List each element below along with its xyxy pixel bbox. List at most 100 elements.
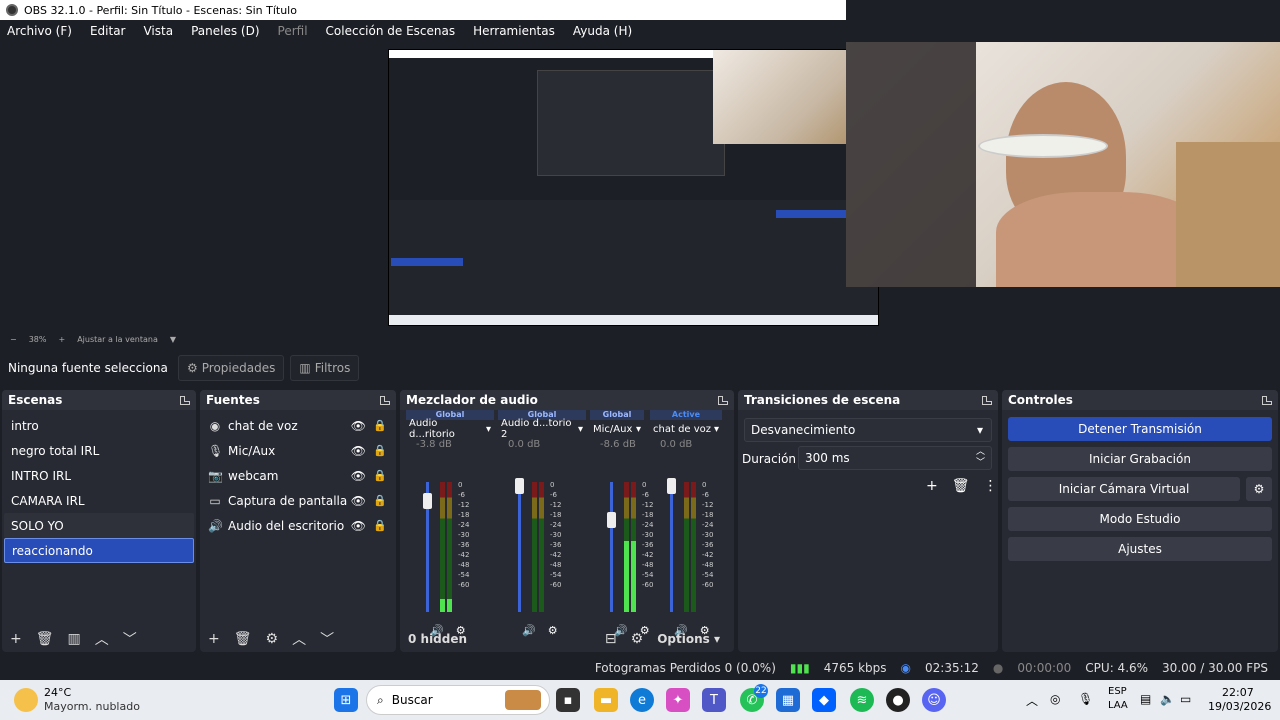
scene-item[interactable]: negro total IRL [4, 438, 194, 463]
scene-item[interactable]: SOLO YO [4, 513, 194, 538]
eye-icon[interactable]: 👁 [351, 469, 366, 483]
menu-editar[interactable]: Editar [90, 24, 126, 38]
trash-icon[interactable]: 🗑 [234, 631, 252, 647]
preview-area[interactable] [0, 42, 1280, 332]
clock-date[interactable]: 19/03/2026 [1208, 700, 1271, 713]
battery-icon[interactable]: ▭ [1180, 692, 1191, 706]
eye-icon[interactable]: 👁 [351, 419, 366, 433]
add-icon[interactable]: + [10, 631, 22, 647]
scene-item[interactable]: INTRO IRL [4, 463, 194, 488]
chevron-down-icon[interactable]: ﹀ [123, 629, 137, 649]
volume-slider-track[interactable] [518, 482, 521, 612]
volume-slider-track[interactable] [670, 482, 673, 612]
stop-streaming-button[interactable]: Detener Transmisión [1008, 417, 1272, 441]
add-icon[interactable]: + [208, 631, 220, 647]
file-explorer-icon[interactable]: ▬ [594, 688, 618, 712]
dropbox-icon[interactable]: ◆ [812, 688, 836, 712]
options-button[interactable]: Options ▾ [657, 632, 720, 646]
start-recording-button[interactable]: Iniciar Grabación [1008, 447, 1272, 471]
chevron-down-icon[interactable]: ﹀ [320, 629, 334, 649]
copilot-icon[interactable]: ✦ [666, 688, 690, 712]
volume-slider-track[interactable] [610, 482, 613, 612]
store-icon[interactable]: ▦ [776, 688, 800, 712]
source-item[interactable]: 📷 webcam 👁 🔒 [200, 463, 396, 488]
scene-item[interactable]: intro [4, 413, 194, 438]
source-item[interactable]: 🎙 Mic/Aux 👁 🔒 [200, 438, 396, 463]
network-icon[interactable]: ▤ [1140, 692, 1151, 706]
virtual-camera-settings-icon[interactable]: ⚙ [1246, 477, 1272, 501]
menu-vista[interactable]: Vista [143, 24, 173, 38]
volume-icon[interactable]: 🔈 [1160, 692, 1175, 706]
clock-time[interactable]: 22:07 [1222, 686, 1254, 699]
undock-icon[interactable] [180, 395, 190, 405]
studio-mode-button[interactable]: Modo Estudio [1008, 507, 1272, 531]
weather-icon[interactable] [14, 688, 38, 712]
eye-icon[interactable]: 👁 [351, 444, 366, 458]
trash-icon[interactable]: 🗑 [952, 478, 970, 494]
discord-icon[interactable]: ☺ [922, 688, 946, 712]
channel-name-dropdown[interactable]: Audio d...torio 2 ▾ [498, 418, 586, 440]
add-icon[interactable]: + [926, 478, 938, 494]
volume-slider-handle[interactable] [423, 493, 432, 510]
undock-icon[interactable] [982, 395, 992, 405]
lock-icon[interactable]: 🔒 [373, 519, 387, 532]
transition-select[interactable]: Desvanecimiento ▾ [744, 418, 992, 442]
start-virtual-camera-button[interactable]: Iniciar Cámara Virtual [1008, 477, 1240, 501]
zoom-in-button[interactable]: + [58, 335, 65, 344]
undock-icon[interactable] [380, 395, 390, 405]
preview-canvas[interactable] [388, 49, 879, 326]
settings-icon[interactable]: ⚙ [631, 631, 644, 647]
volume-slider-handle[interactable] [515, 478, 524, 494]
language-code[interactable]: ESP [1108, 686, 1127, 697]
menu-coleccion[interactable]: Colección de Escenas [326, 24, 456, 38]
eye-icon[interactable]: 👁 [351, 519, 366, 533]
menu-herramientas[interactable]: Herramientas [473, 24, 555, 38]
scene-item-selected[interactable]: reaccionando [4, 538, 194, 563]
more-icon[interactable]: ⋮ [984, 478, 998, 494]
teams-icon[interactable]: T [702, 688, 726, 712]
lock-icon[interactable]: 🔒 [373, 419, 387, 432]
properties-button[interactable]: ⚙ Propiedades [178, 355, 285, 381]
volume-slider-handle[interactable] [667, 478, 676, 494]
filter-icon[interactable]: ▥ [68, 631, 81, 647]
zoom-out-button[interactable]: − [10, 335, 17, 344]
lock-icon[interactable]: 🔒 [373, 494, 387, 507]
windows-start-icon[interactable]: ⊞ [334, 688, 358, 712]
undock-icon[interactable] [1262, 395, 1272, 405]
source-item[interactable]: ▭ Captura de pantalla 👁 🔒 [200, 488, 396, 513]
menu-perfil[interactable]: Perfil [278, 24, 308, 38]
trash-icon[interactable]: 🗑 [36, 631, 54, 647]
fit-to-window-button[interactable]: Ajustar a la ventana [77, 335, 158, 344]
menu-paneles[interactable]: Paneles (D) [191, 24, 259, 38]
chevron-up-icon[interactable]: ︿ [95, 629, 109, 649]
zoom-dropdown-icon[interactable]: ▼ [170, 335, 176, 344]
menu-archivo[interactable]: Archivo (F) [7, 24, 72, 38]
filters-button[interactable]: ▥ Filtros [290, 355, 360, 381]
spinner-icon[interactable]: ︿ ﹀ [976, 447, 985, 469]
gear-icon[interactable]: ⚙ [266, 631, 279, 647]
duration-input[interactable]: 300 ms ︿ ﹀ [798, 446, 992, 470]
settings-button[interactable]: Ajustes [1008, 537, 1272, 561]
volume-slider-handle[interactable] [607, 512, 616, 529]
source-item[interactable]: ◉ chat de voz 👁 🔒 [200, 413, 396, 438]
lock-icon[interactable]: 🔒 [373, 469, 387, 482]
channel-name-dropdown[interactable]: chat de voz ▾ [650, 422, 722, 436]
lock-icon[interactable]: 🔒 [373, 444, 387, 457]
obs-taskbar-icon[interactable]: ● [886, 688, 910, 712]
chevron-up-icon[interactable]: ︿ [292, 629, 306, 649]
spotify-icon[interactable]: ≋ [850, 688, 874, 712]
channel-name-dropdown[interactable]: Mic/Aux ▾ [590, 422, 644, 436]
keyboard-layout[interactable]: LAA [1108, 700, 1128, 711]
layout-icon[interactable]: ⊟ [605, 631, 617, 647]
menu-ayuda[interactable]: Ayuda (H) [573, 24, 632, 38]
tray-expand-icon[interactable]: ︿ [1026, 692, 1038, 709]
source-item[interactable]: 🔊 Audio del escritorio 👁 🔒 [200, 513, 396, 538]
undock-icon[interactable] [718, 395, 728, 405]
edge-icon[interactable]: e [630, 688, 654, 712]
microphone-tray-icon[interactable]: 🎙 [1078, 692, 1093, 706]
scene-item[interactable]: CAMARA IRL [4, 488, 194, 513]
channel-name-dropdown[interactable]: Audio d...ritorio ▾ [406, 418, 494, 440]
eye-icon[interactable]: 👁 [351, 494, 366, 508]
tray-app-icon[interactable]: ◎ [1050, 692, 1060, 706]
taskbar-search[interactable]: ⌕ Buscar [366, 685, 550, 715]
